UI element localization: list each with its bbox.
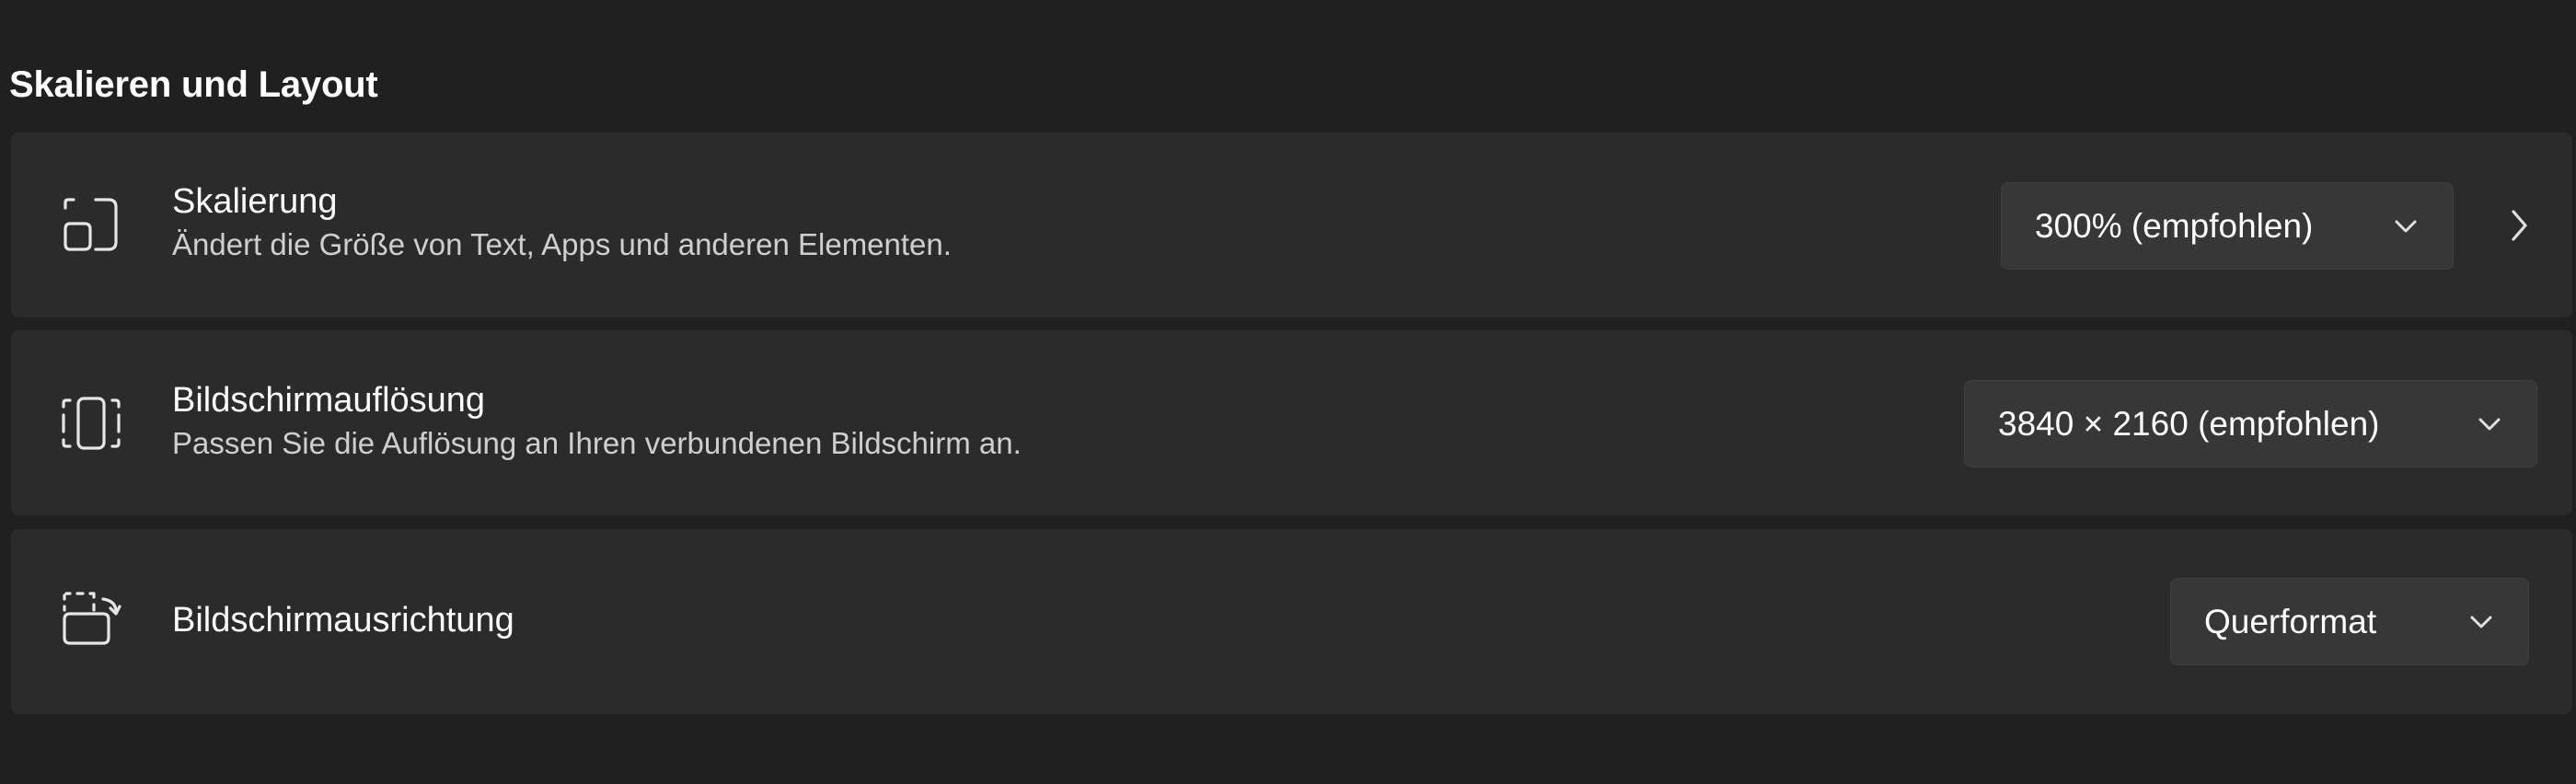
section-title: Skalieren und Layout xyxy=(9,64,378,105)
dropdown-value: 300% (empfohlen) xyxy=(2035,207,2314,245)
scaling-dropdown[interactable]: 300% (empfohlen) xyxy=(2001,182,2454,270)
chevron-down-icon xyxy=(2469,614,2493,630)
setting-description: Passen Sie die Auflösung an Ihren verbun… xyxy=(172,426,1022,460)
setting-title: Bildschirmausrichtung xyxy=(172,601,514,640)
dropdown-value: 3840 × 2160 (empfohlen) xyxy=(1998,405,2380,443)
dropdown-value: Querformat xyxy=(2204,603,2377,640)
setting-title: Bildschirmauflösung xyxy=(172,381,486,420)
setting-description: Ändert die Größe von Text, Apps und ande… xyxy=(172,227,952,261)
setting-card-scaling[interactable]: Skalierung Ändert die Größe von Text, Ap… xyxy=(11,133,2572,317)
settings-page: Skalieren und Layout Skalierung Ändert d… xyxy=(0,0,2576,784)
orientation-icon xyxy=(61,590,121,651)
resolution-icon xyxy=(61,393,121,454)
orientation-dropdown[interactable]: Querformat xyxy=(2170,578,2529,665)
setting-title: Skalierung xyxy=(172,182,338,221)
scale-icon xyxy=(61,194,121,255)
setting-card-orientation[interactable]: Bildschirmausrichtung Querformat xyxy=(11,529,2572,714)
setting-card-resolution[interactable]: Bildschirmauflösung Passen Sie die Auflö… xyxy=(11,330,2572,515)
chevron-down-icon xyxy=(2478,416,2501,432)
chevron-down-icon xyxy=(2394,218,2418,235)
resolution-dropdown[interactable]: 3840 × 2160 (empfohlen) xyxy=(1964,380,2537,467)
chevron-right-icon[interactable] xyxy=(2505,207,2533,244)
